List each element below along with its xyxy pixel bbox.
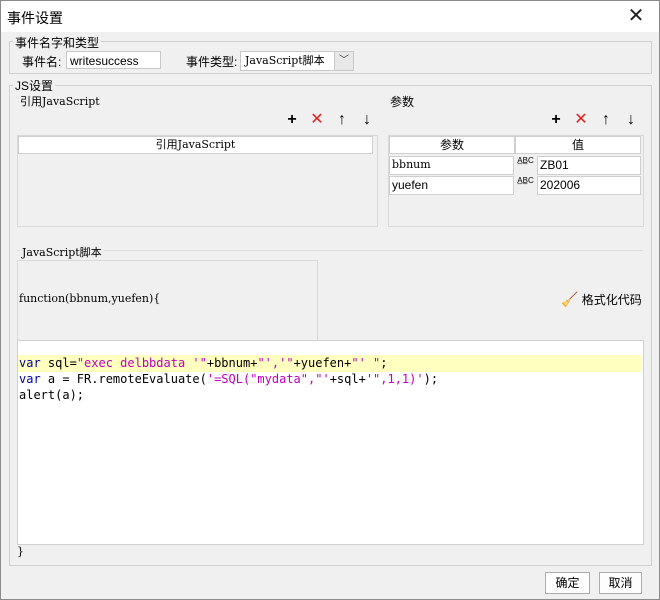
event-group-legend: 事件名字和类型 [13, 34, 102, 51]
abc-type-icon[interactable]: A̲B̲C [515, 156, 536, 175]
chevron-down-icon[interactable]: ﹀ [334, 52, 353, 70]
code-line-1: var sql="exec delbbdata '"+bbnum+"','"+y… [19, 356, 388, 370]
param-row-1-name[interactable]: bbnum [389, 156, 514, 175]
event-type-select[interactable]: JavaScript脚本 ﹀ [240, 51, 354, 71]
event-type-value: JavaScript脚本 [245, 54, 325, 67]
params-header-name[interactable]: 参数 [389, 136, 515, 154]
remove-icon[interactable]: ✕ [307, 110, 327, 130]
code-line-3: alert(a); [19, 388, 85, 402]
param-row-1-value[interactable]: ZB01 [537, 156, 641, 175]
param-add-icon[interactable]: + [546, 110, 566, 130]
add-icon[interactable]: + [282, 110, 302, 130]
params-header-value[interactable]: 值 [515, 136, 641, 154]
event-name-field[interactable]: writesuccess [66, 51, 161, 69]
closing-brace: } [17, 545, 24, 558]
param-move-down-icon[interactable]: ↓ [621, 110, 641, 130]
event-name-label: 事件名: [22, 55, 62, 69]
param-move-up-icon[interactable]: ↑ [596, 110, 616, 130]
ref-js-label: 引用JavaScript [20, 95, 100, 108]
cancel-button[interactable]: 取消 [599, 572, 642, 594]
format-code-button[interactable]: 🧹 格式化代码 [561, 291, 642, 308]
title-bar [0, 0, 660, 32]
event-type-label: 事件类型: [186, 55, 238, 69]
param-row-2-name[interactable]: yuefen [389, 176, 514, 195]
section-divider [17, 250, 643, 251]
dialog-title: 事件设置 [7, 10, 63, 26]
move-up-icon[interactable]: ↑ [332, 110, 352, 130]
abc-type-icon[interactable]: A̲B̲C [515, 176, 536, 195]
code-line-2: var a = FR.remoteEvaluate('=SQL("mydata"… [19, 372, 439, 386]
broom-icon: 🧹 [561, 291, 579, 307]
params-label: 参数 [390, 95, 415, 109]
js-script-label: JavaScript脚本 [20, 244, 104, 260]
format-code-label: 格式化代码 [581, 293, 642, 307]
ok-button[interactable]: 确定 [545, 572, 590, 594]
param-remove-icon[interactable]: ✕ [571, 110, 591, 130]
ref-js-column-header[interactable]: 引用JavaScript [18, 136, 373, 154]
move-down-icon[interactable]: ↓ [357, 110, 377, 130]
param-row-2-value[interactable]: 202006 [537, 176, 641, 195]
close-icon[interactable]: ✕ [624, 4, 648, 28]
js-settings-legend: JS设置 [13, 77, 56, 94]
function-signature: function(bbnum,yuefen){ [19, 292, 161, 305]
